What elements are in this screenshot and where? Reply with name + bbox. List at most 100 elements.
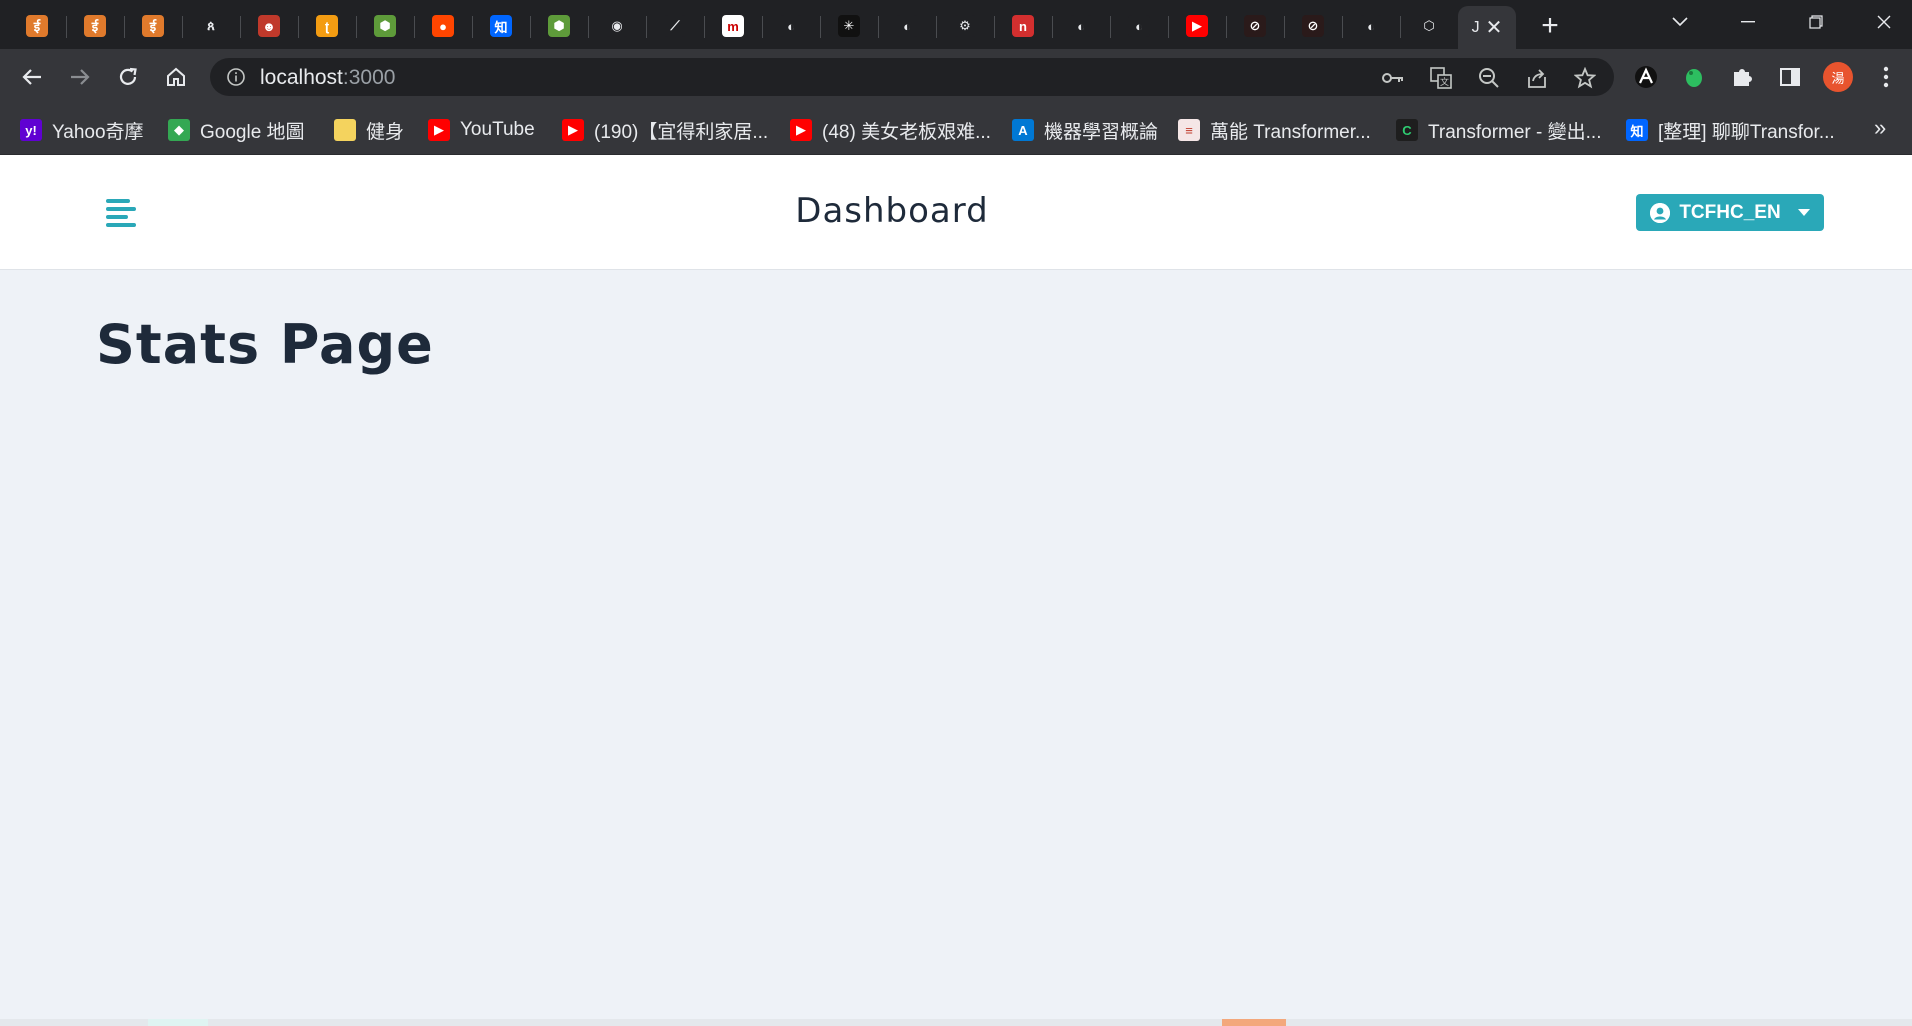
restore-window-button[interactable] [1786, 0, 1846, 44]
site-info-icon[interactable] [226, 67, 246, 87]
bookmark-item[interactable]: ▶ (190)【宜得利家居... [562, 115, 768, 145]
cube-icon: ⬡ [1418, 15, 1440, 37]
user-circle-icon [1650, 202, 1671, 223]
browser-tab[interactable]: ☻ [240, 8, 298, 44]
home-button[interactable] [160, 61, 192, 93]
youtube-icon: ▶ [562, 119, 584, 141]
browser-menu-icon[interactable] [1870, 61, 1902, 93]
translate-icon[interactable]: 文 [1430, 67, 1452, 89]
close-tab-icon[interactable]: ✕ [1486, 15, 1503, 40]
ug-flame-icon: ई [26, 15, 48, 37]
bookmark-item[interactable]: 知 [整理] 聊聊Transfor... [1626, 115, 1835, 145]
browser-tab[interactable]: ʈ [298, 8, 356, 44]
globe-icon: ◐ [1070, 15, 1092, 37]
user-menu-button[interactable]: TCFHC_EN [1636, 194, 1824, 231]
stats-page-heading: Stats Page [96, 313, 434, 376]
close-window-button[interactable] [1854, 0, 1912, 44]
browser-tab[interactable]: ◐ [1342, 8, 1400, 44]
bottom-strip-accent-orange [1222, 1019, 1286, 1026]
url-text[interactable]: localhost:3000 [260, 66, 395, 90]
browser-tab[interactable]: m [704, 8, 762, 44]
bookmark-item[interactable]: ≡ 萬能 Transformer... [1178, 115, 1371, 145]
tab-search-icon[interactable] [1650, 0, 1710, 44]
side-panel-icon[interactable] [1774, 61, 1806, 93]
bookmark-label: Yahoo奇摩 [52, 121, 144, 143]
bookmark-item[interactable]: A 機器學習概論 [1012, 115, 1158, 145]
browser-tab[interactable]: ▶ [1168, 8, 1226, 44]
github-icon: ◉ [606, 15, 628, 37]
browser-tab[interactable]: 知 [472, 8, 530, 44]
anime-avatar-icon: ☻ [258, 15, 280, 37]
evernote-icon[interactable] [1678, 61, 1710, 93]
browser-tab[interactable]: ई [124, 8, 182, 44]
active-tab[interactable]: J ✕ [1458, 6, 1516, 49]
page-title: Dashboard [795, 191, 989, 231]
bookmark-label: 機器學習概論 [1044, 121, 1159, 143]
youtube-icon: ▶ [1186, 15, 1208, 37]
forward-button[interactable] [64, 61, 96, 93]
minimize-window-button[interactable] [1718, 0, 1778, 44]
bookmark-item[interactable]: y! Yahoo奇摩 [20, 115, 144, 145]
password-key-icon[interactable] [1382, 67, 1404, 89]
page-icon: ≡ [1178, 119, 1200, 141]
zoom-out-icon[interactable] [1478, 67, 1500, 89]
bookmark-item[interactable]: C Transformer - 變出... [1396, 115, 1601, 145]
bookmark-label: Google 地圖 [200, 121, 305, 143]
reload-button[interactable] [112, 61, 144, 93]
bottom-strip [0, 1019, 1912, 1026]
browser-tab[interactable]: ◐ [762, 8, 820, 44]
more-bookmarks-chevron-icon[interactable]: » [1874, 115, 1886, 141]
address-bar[interactable]: localhost:3000 文 [210, 58, 1614, 96]
back-button[interactable] [16, 61, 48, 93]
bookmark-item[interactable]: 健身 [334, 115, 404, 145]
svg-text:文: 文 [1440, 76, 1449, 88]
share-icon[interactable] [1526, 67, 1548, 89]
browser-tab[interactable]: ⬢ [530, 8, 588, 44]
globe-icon: ◐ [896, 15, 918, 37]
caret-down-icon [1797, 209, 1810, 216]
globe-icon: ◐ [1128, 15, 1150, 37]
green-hex-icon: ⬢ [374, 15, 396, 37]
bookmark-item[interactable]: ▶ (48) 美女老板艰难... [790, 115, 991, 145]
bookmark-star-icon[interactable] [1574, 67, 1596, 89]
zhihu-icon: 知 [1626, 119, 1648, 141]
bookmark-item[interactable]: ◆ Google 地圖 [168, 115, 305, 145]
dark-compass-icon: ⊘ [1244, 15, 1266, 37]
browser-tab[interactable]: ● [414, 8, 472, 44]
active-tab-title: J [1471, 18, 1480, 36]
bottom-strip-accent-teal [148, 1019, 208, 1026]
browser-tab[interactable]: ጰ [182, 8, 240, 44]
browser-tab[interactable]: n [994, 8, 1052, 44]
orange-bird-icon: ʈ [316, 15, 338, 37]
browser-tab[interactable]: ⟋ [646, 8, 704, 44]
yahoo-icon: y! [20, 119, 42, 141]
bookmark-label: (190)【宜得利家居... [594, 121, 769, 143]
browser-tab[interactable]: ◐ [878, 8, 936, 44]
url-host: localhost [260, 66, 343, 89]
browser-tab[interactable]: ✳ [820, 8, 878, 44]
bookmark-label: YouTube [460, 119, 535, 140]
browser-tab[interactable]: ◉ [588, 8, 646, 44]
globe-icon: ◐ [780, 15, 802, 37]
c-logo-icon: C [1396, 119, 1418, 141]
browser-tab[interactable]: ◐ [1052, 8, 1110, 44]
extension-a-icon[interactable] [1630, 61, 1662, 93]
browser-tab[interactable]: ⊘ [1284, 8, 1342, 44]
browser-tab[interactable]: ⚙ [936, 8, 994, 44]
browser-tab[interactable]: ई [66, 8, 124, 44]
browser-toolbar: localhost:3000 文 湯 [0, 49, 1912, 105]
azure-icon: A [1012, 119, 1034, 141]
app-header: Dashboard TCFHC_EN [0, 155, 1912, 270]
forward-arrow-icon [71, 69, 90, 85]
browser-tab[interactable]: ⬡ [1400, 8, 1458, 44]
extensions-puzzle-icon[interactable] [1726, 61, 1758, 93]
new-tab-button[interactable]: + [1534, 9, 1566, 42]
browser-tab[interactable]: ⬢ [356, 8, 414, 44]
profile-avatar[interactable]: 湯 [1822, 61, 1854, 93]
bookmark-label: Transformer - 變出... [1428, 121, 1602, 143]
bookmark-item[interactable]: ▶ YouTube [428, 115, 535, 145]
browser-tab[interactable]: ◐ [1110, 8, 1168, 44]
dark-compass-icon: ⊘ [1302, 15, 1324, 37]
browser-tab[interactable]: ⊘ [1226, 8, 1284, 44]
browser-tab[interactable]: ई [8, 8, 66, 44]
